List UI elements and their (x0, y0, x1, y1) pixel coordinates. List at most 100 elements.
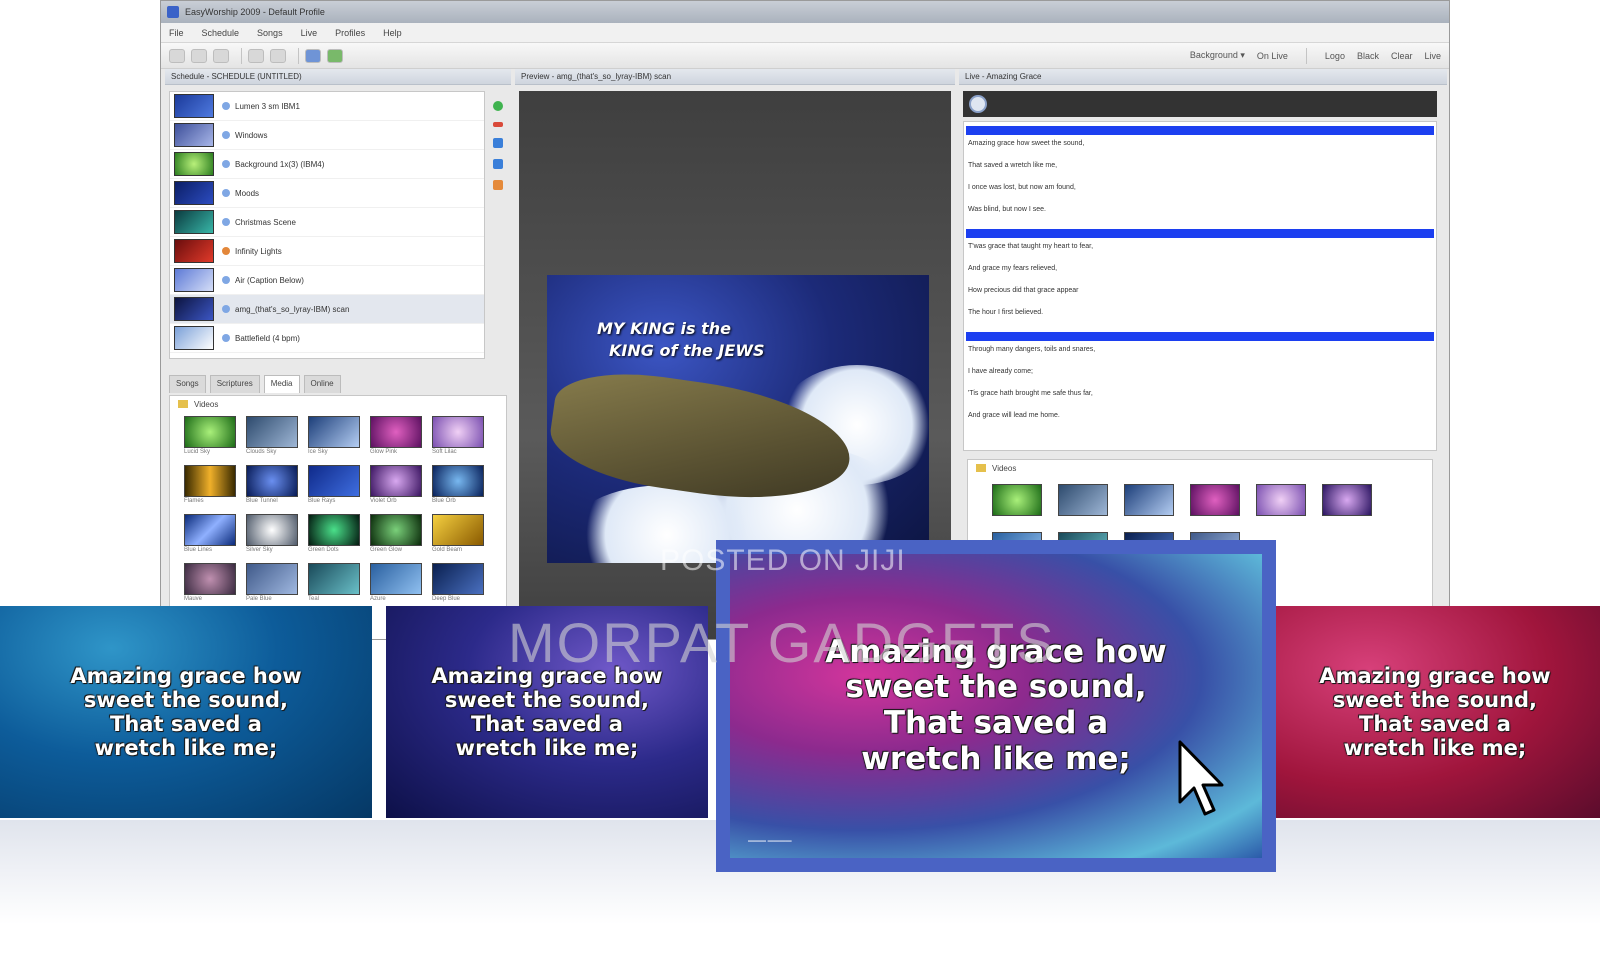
open-icon[interactable] (191, 48, 207, 63)
schedule-thumbnail (174, 268, 214, 292)
move-down-icon[interactable] (493, 159, 503, 169)
lyric-line[interactable]: Through many dangers, toils and snares, (964, 343, 1436, 365)
schedule-item[interactable]: Background 1x(3) (IBM4) (170, 150, 484, 179)
tab-scriptures[interactable]: Scriptures (209, 375, 260, 393)
black-button[interactable]: Black (1357, 51, 1379, 61)
media-item[interactable]: Blue Tunnel (246, 465, 298, 504)
menu-help[interactable]: Help (383, 28, 402, 38)
media-thumbnail[interactable] (1124, 484, 1174, 516)
menu-live[interactable]: Live (301, 28, 318, 38)
media-caption: Mauve (184, 596, 203, 602)
mouse-cursor-icon (1178, 740, 1224, 816)
schedule-item[interactable]: Air (Caption Below) (170, 266, 484, 295)
remove-icon[interactable] (493, 122, 503, 127)
toolbar-separator (298, 47, 299, 64)
menu-schedule[interactable]: Schedule (202, 28, 240, 38)
verse-header[interactable] (966, 332, 1434, 341)
media-item[interactable]: Mauve (184, 563, 236, 602)
live-button[interactable]: Live (1424, 51, 1441, 61)
tab-media[interactable]: Media (263, 375, 300, 393)
lyrics-list[interactable]: Amazing grace how sweet the sound, That … (963, 121, 1437, 451)
tab-online[interactable]: Online (303, 375, 341, 393)
lyric-line[interactable]: T'was grace that taught my heart to fear… (964, 240, 1436, 262)
media-item[interactable]: Flames (184, 465, 236, 504)
media-item[interactable]: Green Glow (370, 514, 422, 553)
media-item[interactable]: Pale Blue (246, 563, 298, 602)
schedule-item[interactable]: Battlefield (4 bpm) (170, 324, 484, 353)
media-item[interactable]: Blue Orb (432, 465, 484, 504)
media-item[interactable]: Green Dots (308, 514, 360, 553)
media-item[interactable]: Silver Sky (246, 514, 298, 553)
lyric-line[interactable]: Was blind, but now I see. (964, 203, 1436, 225)
on-live-button[interactable]: On Live (1257, 51, 1288, 61)
schedule-item[interactable]: Christmas Scene (170, 208, 484, 237)
schedule-header: Schedule - SCHEDULE (UNTITLED) (165, 69, 511, 85)
verse-header[interactable] (966, 229, 1434, 238)
media-item[interactable]: Clouds Sky (246, 416, 298, 455)
media-thumbnail[interactable] (992, 484, 1042, 516)
logo-button[interactable]: Logo (1325, 51, 1345, 61)
add-icon[interactable] (493, 101, 503, 111)
item-type-icon (222, 131, 230, 139)
save-icon[interactable] (213, 48, 229, 63)
cut-icon[interactable] (248, 48, 264, 63)
schedule-item-label: Moods (235, 188, 260, 198)
lyric-line[interactable]: I have already come; (964, 365, 1436, 387)
menu-file[interactable]: File (169, 28, 184, 38)
lyric-line[interactable]: The hour I first believed. (964, 306, 1436, 328)
go-live-icon[interactable] (327, 48, 343, 63)
clear-button[interactable]: Clear (1391, 51, 1413, 61)
logo-icon[interactable] (969, 95, 987, 113)
schedule-item-selected[interactable]: amg_(that's_so_lyray-IBM) scan (170, 295, 484, 324)
media-item[interactable]: Lucid Sky (184, 416, 236, 455)
lyric-card-featured[interactable]: Amazing grace how sweet the sound, That … (716, 540, 1276, 872)
media-item[interactable]: Blue Rays (308, 465, 360, 504)
folder-row[interactable]: Videos (170, 396, 506, 412)
media-item[interactable]: Gold Beam (432, 514, 484, 553)
media-item[interactable]: Blue Lines (184, 514, 236, 553)
schedule-item[interactable]: Lumen 3 sm IBM1 (170, 92, 484, 121)
monitor-icon[interactable] (305, 48, 321, 63)
lyric-line[interactable]: That saved a wretch like me, (964, 159, 1436, 181)
folder-row[interactable]: Videos (968, 460, 1432, 476)
media-item[interactable]: Teal (308, 563, 360, 602)
menu-profiles[interactable]: Profiles (335, 28, 365, 38)
edit-icon[interactable] (270, 48, 286, 63)
media-caption: Blue Rays (308, 498, 336, 504)
lyric-card-blue[interactable]: Amazing grace how sweet the sound, That … (0, 606, 372, 818)
lyric-line[interactable]: Amazing grace how sweet the sound, (964, 137, 1436, 159)
app-icon (167, 6, 179, 18)
lyric-line[interactable]: And grace my fears relieved, (964, 262, 1436, 284)
new-icon[interactable] (169, 48, 185, 63)
schedule-list[interactable]: Lumen 3 sm IBM1 Windows Background 1x(3)… (169, 91, 485, 359)
lyric-card-red[interactable]: Amazing grace how sweet the sound, That … (1270, 606, 1600, 818)
media-thumbnail (184, 563, 236, 595)
media-thumbnail[interactable] (1190, 484, 1240, 516)
media-thumbnail[interactable] (1058, 484, 1108, 516)
lyric-line[interactable]: How precious did that grace appear (964, 284, 1436, 306)
preview-slide[interactable]: MY KING is the KING of the JEWS (547, 275, 929, 563)
background-dropdown[interactable]: Background ▾ (1190, 50, 1245, 61)
tab-songs[interactable]: Songs (169, 375, 206, 393)
verse-header[interactable] (966, 126, 1434, 135)
move-up-icon[interactable] (493, 138, 503, 148)
menu-songs[interactable]: Songs (257, 28, 283, 38)
media-item[interactable]: Soft Lilac (432, 416, 484, 455)
media-item[interactable]: Violet Orb (370, 465, 422, 504)
schedule-item[interactable]: Windows (170, 121, 484, 150)
schedule-item[interactable]: Infinity Lights (170, 237, 484, 266)
lyric-line[interactable]: And grace will lead me home. (964, 409, 1436, 431)
toolbar: Background ▾ On Live Logo Black Clear Li… (161, 43, 1449, 69)
schedule-item[interactable]: Moods (170, 179, 484, 208)
clear-schedule-icon[interactable] (493, 180, 503, 190)
media-thumbnail (432, 514, 484, 546)
media-item[interactable]: Glow Pink (370, 416, 422, 455)
lyric-line[interactable]: 'Tis grace hath brought me safe thus far… (964, 387, 1436, 409)
media-item[interactable]: Azure (370, 563, 422, 602)
lyric-line[interactable]: I once was lost, but now am found, (964, 181, 1436, 203)
media-thumbnail[interactable] (1256, 484, 1306, 516)
media-thumbnail[interactable] (1322, 484, 1372, 516)
schedule-item-label: Infinity Lights (235, 246, 282, 256)
media-item[interactable]: Ice Sky (308, 416, 360, 455)
media-item[interactable]: Deep Blue (432, 563, 484, 602)
